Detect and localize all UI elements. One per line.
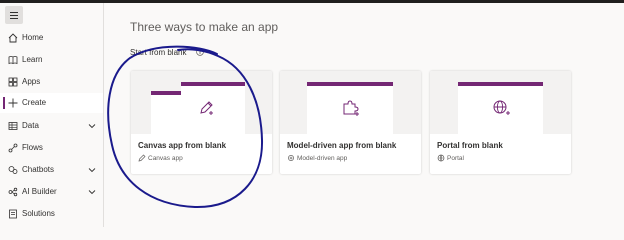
preview-window [151,91,183,134]
sidebar-item-solutions[interactable]: Solutions [0,204,103,224]
page-title: Three ways to make an app [130,20,279,34]
sidebar-item-apps[interactable]: Apps [0,72,103,92]
flow-icon [8,143,18,153]
sidebar: Home Learn Apps Create Data Flows Chatbo… [0,3,104,227]
card-subtitle: Portal [447,155,464,162]
card-preview [430,71,571,134]
solutions-icon [9,209,17,219]
pencil-icon [200,101,213,115]
sidebar-item-create[interactable]: Create [0,93,103,113]
apps-icon [8,77,18,87]
info-icon[interactable] [196,48,204,56]
card-title: Canvas app from blank [138,141,227,150]
canvas-app-card[interactable]: Canvas app from blank Canvas app [131,71,272,174]
sidebar-item-label: Solutions [22,209,55,218]
plus-icon [8,98,18,108]
sidebar-item-flows[interactable]: Flows [0,138,103,158]
sidebar-item-label: Flows [22,143,43,152]
sidebar-item-home[interactable]: Home [0,28,103,48]
sidebar-item-label: AI Builder [22,187,57,196]
hamburger-menu-icon[interactable] [5,6,23,24]
book-icon [8,56,18,65]
globe-icon [437,154,445,162]
chevron-down-icon[interactable] [87,187,97,197]
pencil-icon [138,154,146,162]
gear-icon [288,155,294,161]
puzzle-icon [343,100,359,116]
card-preview [280,71,421,134]
section-label: Start from blank [130,48,187,57]
globe-icon [493,100,510,115]
sidebar-item-label: Create [22,98,47,107]
chevron-down-icon[interactable] [87,165,97,175]
ai-builder-icon [8,187,18,197]
sidebar-item-chatbots[interactable]: Chatbots [0,160,103,180]
sidebar-item-label: Data [22,121,39,130]
sidebar-item-label: Apps [22,77,41,86]
model-driven-app-card[interactable]: Model-driven app from blank Model-driven… [280,71,421,174]
sidebar-item-label: Chatbots [22,165,55,174]
card-title: Model-driven app from blank [287,141,397,150]
home-icon [8,33,18,43]
card-subtitle: Canvas app [148,155,183,162]
sidebar-item-label: Learn [22,55,43,64]
card-title: Portal from blank [437,141,503,150]
table-icon [8,122,18,130]
sidebar-item-data[interactable]: Data [0,116,103,136]
card-preview [131,71,272,134]
chevron-down-icon[interactable] [87,121,97,131]
chatbot-icon [8,166,18,174]
portal-card[interactable]: Portal from blank Portal [430,71,571,174]
sidebar-item-label: Home [22,33,44,42]
card-subtitle: Model-driven app [297,155,348,162]
sidebar-item-learn[interactable]: Learn [0,50,103,70]
sidebar-item-ai-builder[interactable]: AI Builder [0,182,103,202]
